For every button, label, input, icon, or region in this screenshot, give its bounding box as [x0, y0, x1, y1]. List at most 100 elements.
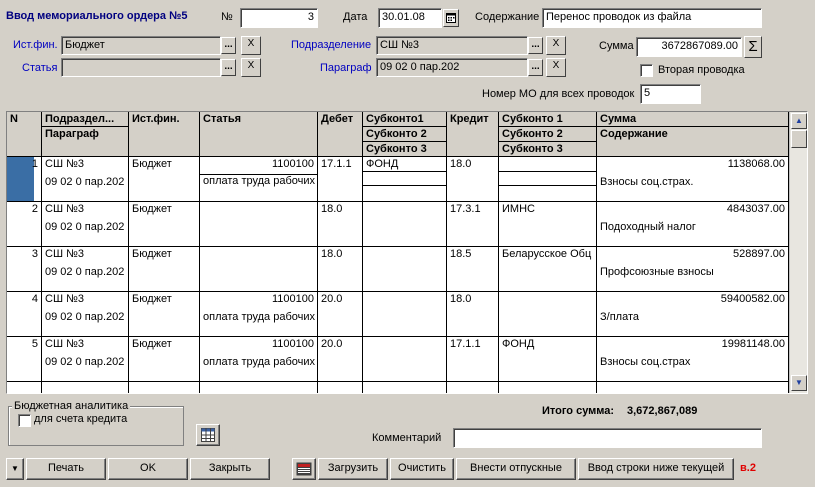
cell-summa[interactable]: 4843037.00 Подоходный налог — [597, 202, 789, 247]
statya-field[interactable] — [61, 58, 221, 77]
cell-kredit[interactable]: 17.1.1 — [447, 337, 499, 382]
statya-clear-button[interactable]: X — [241, 58, 261, 77]
dropdown-arrow-button[interactable]: ▼ — [6, 458, 24, 480]
entries-grid[interactable]: N Подраздел... Параграф Ист.фин. Статья … — [6, 111, 808, 394]
istfin-clear-button[interactable]: X — [241, 36, 261, 55]
istfin-field[interactable]: Бюджет — [61, 36, 221, 55]
cell-podrazd[interactable]: СШ №3 09 02 0 пар.202 — [42, 337, 129, 382]
cell-subk-kredit[interactable]: ФОНД — [499, 337, 597, 382]
table-row[interactable] — [7, 382, 789, 393]
cell-kredit[interactable]: 17.3.1 — [447, 202, 499, 247]
header-soderzhanie[interactable]: Содержание — [597, 127, 789, 157]
credit-account-checkbox[interactable] — [18, 414, 31, 427]
header-subk2-kredit[interactable]: Субконто 2 — [499, 127, 597, 142]
cell-debet[interactable]: 17.1.1 — [318, 157, 363, 202]
cell-statya[interactable]: 1100100 оплата труда рабочих — [200, 292, 318, 337]
cell-kredit[interactable]: 18.5 — [447, 247, 499, 292]
cell-statya[interactable] — [200, 247, 318, 292]
cell-podrazd[interactable]: СШ №3 09 02 0 пар.202 — [42, 292, 129, 337]
scroll-down-icon[interactable]: ▼ — [791, 375, 807, 391]
header-istfin[interactable]: Ист.фин. — [129, 112, 200, 157]
row-number[interactable]: 2 — [7, 202, 42, 247]
row-number[interactable]: 5 — [7, 337, 42, 382]
cell-istfin[interactable]: Бюджет — [129, 157, 200, 202]
number-field[interactable]: 3 — [240, 8, 318, 28]
cell-debet[interactable]: 20.0 — [318, 337, 363, 382]
paragraf-select-button[interactable]: ... — [528, 59, 543, 76]
cell-summa[interactable]: 1138068.00 Взносы соц.страх. — [597, 157, 789, 202]
date-field[interactable]: 30.01.08 — [378, 8, 442, 28]
cell-debet[interactable]: 20.0 — [318, 292, 363, 337]
import-icon-button[interactable] — [292, 458, 316, 480]
summa-field[interactable]: 3672867089.00 — [636, 37, 742, 57]
header-subk3-debet[interactable]: Субконто 3 — [363, 142, 447, 157]
cell-summa[interactable]: 528897.00 Профсоюзные взносы — [597, 247, 789, 292]
header-statya[interactable]: Статья — [200, 112, 318, 157]
cell-statya[interactable]: 1100100 оплата труда рабочих — [200, 157, 318, 202]
cell-subk-debet[interactable]: ФОНД — [363, 157, 447, 202]
cell-subk-debet[interactable] — [363, 337, 447, 382]
cell-subk-kredit[interactable] — [499, 292, 597, 337]
podrazd-select-button[interactable]: ... — [528, 37, 543, 54]
cell-istfin[interactable]: Бюджет — [129, 202, 200, 247]
cell-subk-kredit[interactable]: ИМНС — [499, 202, 597, 247]
cell-statya[interactable]: 1100100 оплата труда рабочих — [200, 337, 318, 382]
header-podrazd[interactable]: Подраздел... — [42, 112, 129, 127]
close-button[interactable]: Закрыть — [190, 458, 270, 480]
scroll-thumb[interactable] — [791, 130, 807, 148]
second-entry-checkbox[interactable] — [640, 64, 653, 77]
header-debet[interactable]: Дебет — [318, 112, 363, 157]
cell-subk-debet[interactable] — [363, 292, 447, 337]
cell-istfin[interactable]: Бюджет — [129, 247, 200, 292]
clear-button[interactable]: Очистить — [390, 458, 454, 480]
statya-select-button[interactable]: ... — [221, 59, 236, 76]
cell-debet[interactable]: 18.0 — [318, 247, 363, 292]
comment-field[interactable] — [453, 428, 762, 448]
table-row[interactable]: 1 СШ №3 09 02 0 пар.202 Бюджет 1100100 оп… — [7, 157, 789, 202]
header-subk2-debet[interactable]: Субконто 2 — [363, 127, 447, 142]
table-row[interactable]: 4 СШ №3 09 02 0 пар.202 Бюджет 1100100 опл… — [7, 292, 789, 337]
cell-statya[interactable] — [200, 202, 318, 247]
mo-number-field[interactable]: 5 — [640, 84, 701, 104]
cell-podrazd[interactable]: СШ №3 09 02 0 пар.202 — [42, 157, 129, 202]
calendar-button[interactable] — [443, 9, 459, 27]
cell-subk-debet[interactable] — [363, 247, 447, 292]
table-row[interactable]: 5 СШ №3 09 02 0 пар.202 Бюджет 1100100 опл… — [7, 337, 789, 382]
vacation-button[interactable]: Внести отпускные — [456, 458, 576, 480]
podrazd-clear-button[interactable]: X — [546, 36, 566, 55]
istfin-select-button[interactable]: ... — [221, 37, 236, 54]
cell-debet[interactable]: 18.0 — [318, 202, 363, 247]
ok-button[interactable]: OK — [108, 458, 188, 480]
header-subk1-debet[interactable]: Субконто1 — [363, 112, 447, 127]
cell-kredit[interactable]: 18.0 — [447, 157, 499, 202]
row-number[interactable]: 4 — [7, 292, 42, 337]
cell-istfin[interactable]: Бюджет — [129, 292, 200, 337]
cell-summa[interactable]: 19981148.00 Взносы соц.страх — [597, 337, 789, 382]
table-row[interactable]: 2 СШ №3 09 02 0 пар.202 Бюджет 18.0 17.3.… — [7, 202, 789, 247]
load-button[interactable]: Загрузить — [318, 458, 388, 480]
paragraf-field[interactable]: 09 02 0 пар.202 — [376, 58, 528, 77]
cell-podrazd[interactable]: СШ №3 09 02 0 пар.202 — [42, 247, 129, 292]
cell-subk-debet[interactable] — [363, 202, 447, 247]
paragraf-clear-button[interactable]: X — [546, 58, 566, 77]
sigma-button[interactable]: Σ — [744, 36, 762, 58]
grid-settings-button[interactable] — [196, 424, 220, 446]
header-n[interactable]: N — [7, 112, 42, 157]
print-button[interactable]: Печать — [26, 458, 106, 480]
insert-row-button[interactable]: Ввод строки ниже текущей — [578, 458, 734, 480]
cell-subk-kredit[interactable]: Беларусское Обц — [499, 247, 597, 292]
cell-subk-kredit[interactable] — [499, 157, 597, 202]
scroll-up-icon[interactable]: ▲ — [791, 113, 807, 129]
header-paragraf[interactable]: Параграф — [42, 127, 129, 157]
table-row[interactable]: 3 СШ №3 09 02 0 пар.202 Бюджет 18.0 18.5 … — [7, 247, 789, 292]
cell-kredit[interactable]: 18.0 — [447, 292, 499, 337]
cell-istfin[interactable]: Бюджет — [129, 337, 200, 382]
cell-podrazd[interactable]: СШ №3 09 02 0 пар.202 — [42, 202, 129, 247]
podrazd-field[interactable]: СШ №3 — [376, 36, 528, 55]
row-number[interactable]: 3 — [7, 247, 42, 292]
row-number[interactable]: 1 — [7, 157, 42, 202]
cell-summa[interactable]: 59400582.00 З/плата — [597, 292, 789, 337]
content-field[interactable]: Перенос проводок из файла — [542, 8, 762, 28]
header-summa[interactable]: Сумма — [597, 112, 789, 127]
header-subk1-kredit[interactable]: Субконто 1 — [499, 112, 597, 127]
